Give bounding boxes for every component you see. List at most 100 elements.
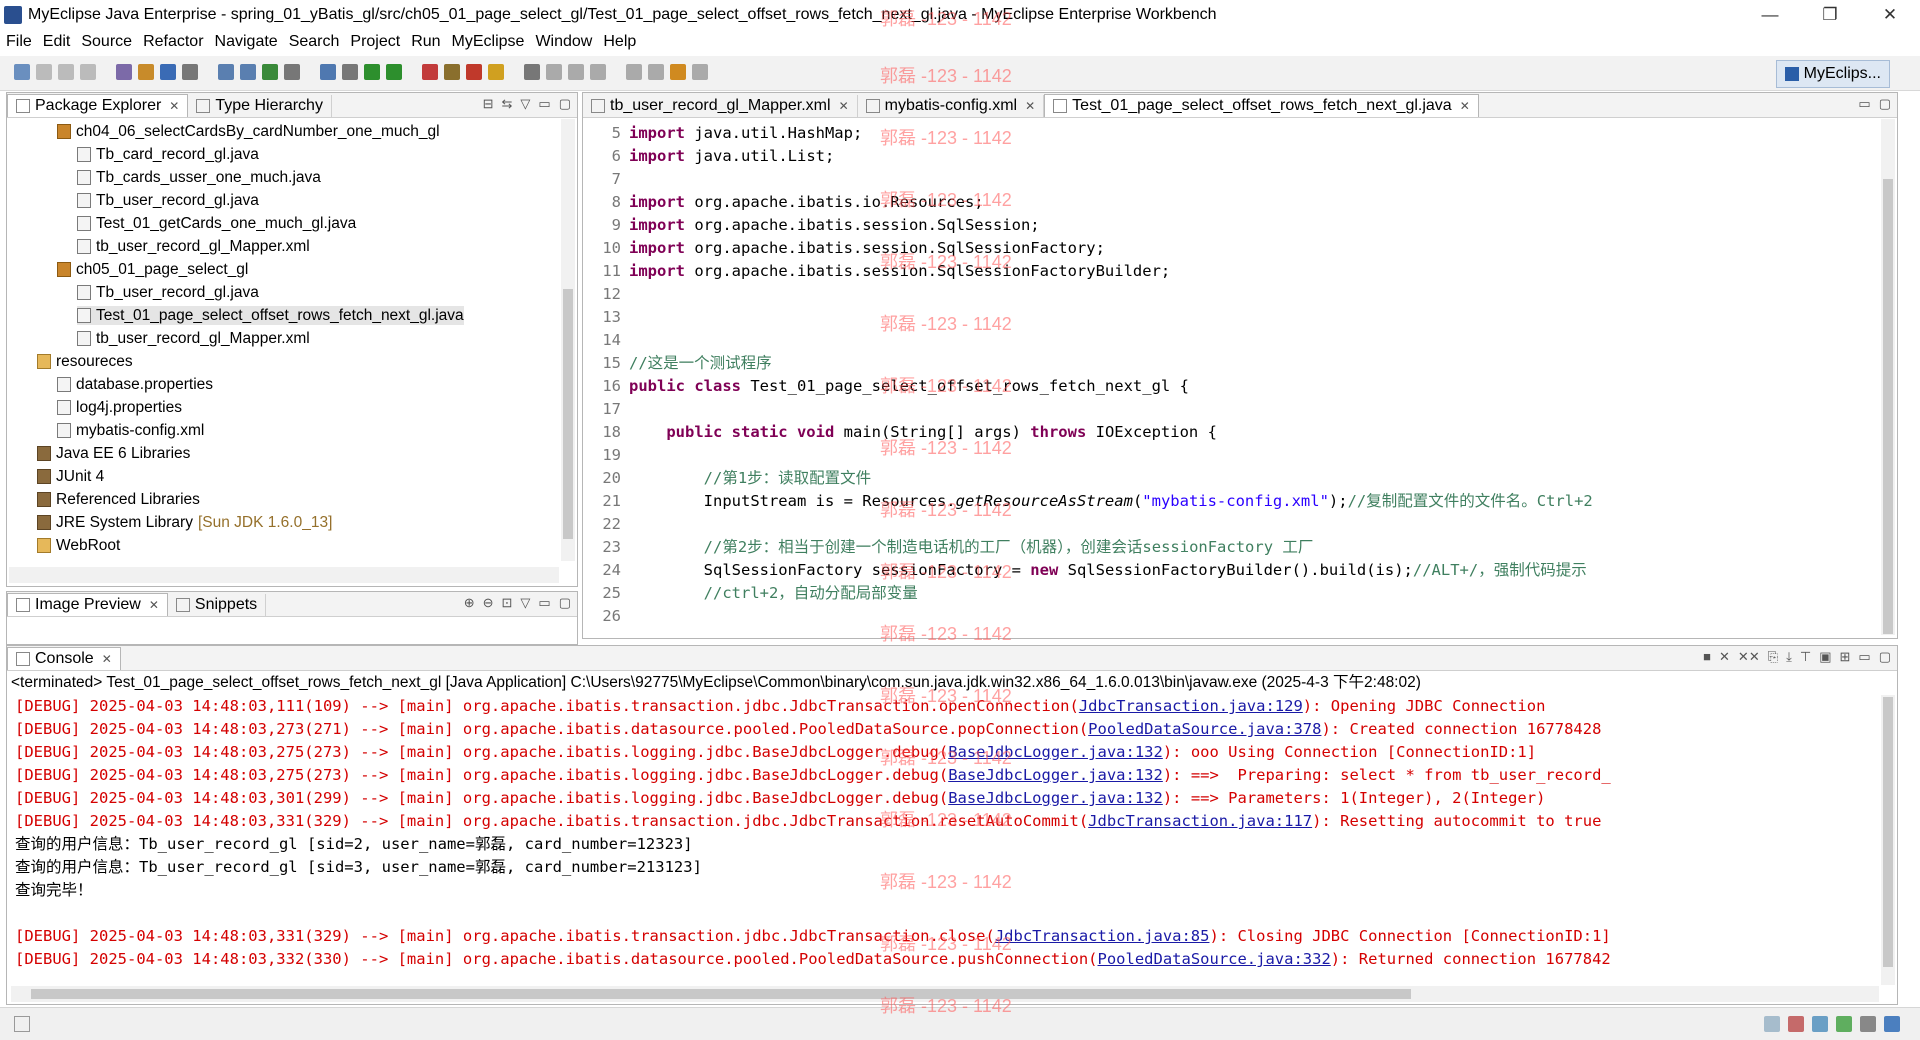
editor-tab[interactable]: tb_user_record_gl_Mapper.xml ✕ <box>583 95 858 117</box>
tree-item[interactable]: JUnit 4 <box>37 467 104 486</box>
toolbar-icon-13[interactable] <box>320 64 336 80</box>
maximize-button[interactable]: ❐ <box>1800 0 1860 30</box>
console-source-link[interactable]: JdbcTransaction.java:117 <box>1088 812 1312 830</box>
toolbar-icon-14[interactable] <box>342 64 358 80</box>
toolbar-icon-18[interactable] <box>444 64 460 80</box>
console-vertical-scrollbar[interactable] <box>1881 695 1895 985</box>
toolbar-icon-21[interactable] <box>524 64 540 80</box>
tree-item[interactable]: log4j.properties <box>57 398 182 417</box>
minimize-view-icon[interactable]: ▭ <box>538 595 550 611</box>
tree-item[interactable]: tb_user_record_gl_Mapper.xml <box>77 237 310 256</box>
tree-horizontal-scrollbar[interactable] <box>9 567 559 583</box>
close-tab-icon[interactable]: ✕ <box>102 652 112 666</box>
tree-item[interactable]: ch05_01_page_select_gl <box>57 260 248 279</box>
toolbar-icon-8[interactable] <box>182 64 198 80</box>
scroll-lock-icon[interactable]: ⤓ <box>1786 649 1792 665</box>
maximize-view-icon[interactable]: ▢ <box>1879 649 1891 665</box>
menu-window[interactable]: Window <box>535 33 592 51</box>
link-editor-icon[interactable]: ⇆ <box>502 96 513 112</box>
close-tab-icon[interactable]: ✕ <box>839 99 849 113</box>
minimize-view-icon[interactable]: ▭ <box>1858 96 1870 112</box>
tree-item[interactable]: WebRoot <box>37 536 120 555</box>
status-icon-5[interactable] <box>1860 1016 1876 1032</box>
collapse-all-icon[interactable]: ⊟ <box>483 96 494 112</box>
status-icon-4[interactable] <box>1836 1016 1852 1032</box>
tree-item[interactable]: Tb_user_record_gl.java <box>77 283 259 302</box>
remove-launch-icon[interactable]: ✕ <box>1719 649 1730 665</box>
toolbar-icon-16[interactable] <box>386 64 402 80</box>
status-icon-3[interactable] <box>1812 1016 1828 1032</box>
open-console-icon[interactable]: ⊞ <box>1840 649 1851 665</box>
console-source-link[interactable]: JdbcTransaction.java:129 <box>1079 697 1303 715</box>
menu-myeclipse[interactable]: MyEclipse <box>452 33 525 51</box>
toolbar-icon-7[interactable] <box>160 64 176 80</box>
menu-search[interactable]: Search <box>289 33 340 51</box>
close-tab-icon[interactable]: ✕ <box>1025 99 1035 113</box>
fit-icon[interactable]: ⊡ <box>502 595 513 611</box>
tab-snippets[interactable]: Snippets <box>168 594 267 616</box>
toolbar-icon-2[interactable] <box>36 64 52 80</box>
toolbar-icon-11[interactable] <box>262 64 278 80</box>
tab-type-hierarchy[interactable]: Type Hierarchy <box>188 95 332 117</box>
menu-run[interactable]: Run <box>411 33 440 51</box>
tree-item[interactable]: Java EE 6 Libraries <box>37 444 190 463</box>
toolbar-icon-28[interactable] <box>692 64 708 80</box>
minimize-view-icon[interactable]: ▭ <box>538 96 550 112</box>
menu-navigate[interactable]: Navigate <box>215 33 278 51</box>
console-source-link[interactable]: PooledDataSource.java:332 <box>1098 950 1331 968</box>
menu-source[interactable]: Source <box>81 33 132 51</box>
zoom-out-icon[interactable]: ⊖ <box>483 595 494 611</box>
toolbar-icon-10[interactable] <box>240 64 256 80</box>
tree-item[interactable]: Tb_cards_usser_one_much.java <box>77 168 321 187</box>
console-source-link[interactable]: BaseJdbcLogger.java:132 <box>948 743 1163 761</box>
tree-item[interactable]: mybatis-config.xml <box>57 421 204 440</box>
fast-view-icon[interactable] <box>14 1016 30 1032</box>
minimize-view-icon[interactable]: ▭ <box>1858 649 1870 665</box>
menu-help[interactable]: Help <box>603 33 636 51</box>
status-icon-1[interactable] <box>1764 1016 1780 1032</box>
console-source-link[interactable]: PooledDataSource.java:378 <box>1088 720 1321 738</box>
toolbar-icon-25[interactable] <box>626 64 642 80</box>
tree-item[interactable]: database.properties <box>57 375 213 394</box>
tree-item[interactable]: Tb_user_record_gl.java <box>77 191 259 210</box>
pin-console-icon[interactable]: ⊤ <box>1800 649 1811 665</box>
status-icon-6[interactable] <box>1884 1016 1900 1032</box>
tree-item[interactable]: tb_user_record_gl_Mapper.xml <box>77 329 310 348</box>
minimize-button[interactable]: — <box>1740 0 1800 30</box>
tree-item[interactable]: JRE System Library [Sun JDK 1.6.0_13] <box>37 513 332 532</box>
toolbar-icon-12[interactable] <box>284 64 300 80</box>
tab-console[interactable]: Console ✕ <box>7 647 121 670</box>
toolbar-icon-1[interactable] <box>14 64 30 80</box>
tree-item[interactable]: Test_01_getCards_one_much_gl.java <box>77 214 356 233</box>
menu-project[interactable]: Project <box>350 33 400 51</box>
code-editor[interactable]: 5 import java.util.HashMap; 6 import java.u… <box>583 118 1873 636</box>
toolbar-icon-26[interactable] <box>648 64 664 80</box>
console-source-link[interactable]: BaseJdbcLogger.java:132 <box>948 766 1163 784</box>
view-menu-icon[interactable]: ▽ <box>520 595 530 611</box>
toolbar-icon-24[interactable] <box>590 64 606 80</box>
toolbar-icon-27[interactable] <box>670 64 686 80</box>
maximize-view-icon[interactable]: ▢ <box>559 595 571 611</box>
maximize-view-icon[interactable]: ▢ <box>1879 96 1891 112</box>
toolbar-icon-3[interactable] <box>58 64 74 80</box>
tree-item[interactable]: Referenced Libraries <box>37 490 200 509</box>
clear-console-icon[interactable]: ⎘ <box>1768 649 1778 665</box>
tree-item[interactable]: Test_01_page_select_offset_rows_fetch_ne… <box>77 306 464 325</box>
tree-vertical-scrollbar[interactable] <box>561 119 575 561</box>
toolbar-icon-15[interactable] <box>364 64 380 80</box>
toolbar-icon-9[interactable] <box>218 64 234 80</box>
toolbar-icon-19[interactable] <box>466 64 482 80</box>
zoom-in-icon[interactable]: ⊕ <box>464 595 475 611</box>
close-tab-icon[interactable]: ✕ <box>1460 99 1470 113</box>
view-menu-icon[interactable]: ▽ <box>520 96 530 112</box>
close-button[interactable]: ✕ <box>1860 0 1920 30</box>
tree-item[interactable]: resoureces <box>37 352 133 371</box>
menu-file[interactable]: File <box>6 33 32 51</box>
toolbar-icon-4[interactable] <box>80 64 96 80</box>
tree-item[interactable]: Tb_card_record_gl.java <box>77 145 259 164</box>
menu-edit[interactable]: Edit <box>43 33 71 51</box>
terminate-icon[interactable]: ■ <box>1703 649 1711 665</box>
remove-all-icon[interactable]: ✕✕ <box>1738 649 1760 665</box>
toolbar-icon-23[interactable] <box>568 64 584 80</box>
console-horizontal-scrollbar[interactable] <box>11 986 1879 1002</box>
